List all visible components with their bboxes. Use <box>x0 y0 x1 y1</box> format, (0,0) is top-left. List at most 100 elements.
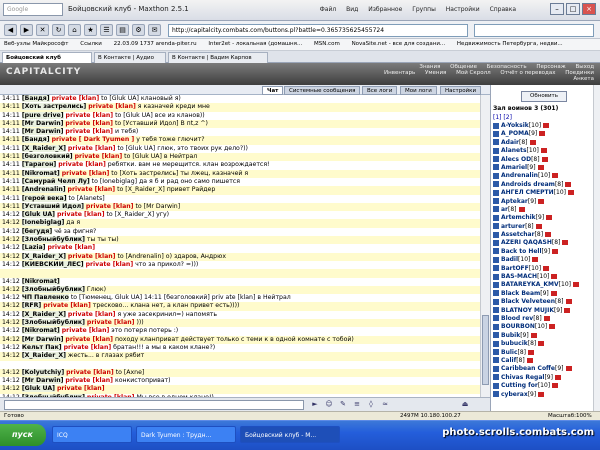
player-list-item[interactable]: bubucik[8] <box>493 340 593 348</box>
player-list-item[interactable]: ar[8] <box>493 206 593 214</box>
close-icon[interactable]: × <box>582 3 596 15</box>
player-list-item[interactable]: Alanets[10] <box>493 147 593 155</box>
player-name[interactable]: Amariel <box>501 164 527 171</box>
search-box[interactable] <box>474 24 594 37</box>
info-icon[interactable] <box>546 215 553 221</box>
stop-icon[interactable]: ✕ <box>36 24 49 36</box>
chat-nick[interactable]: [X_Raider_X] <box>21 144 66 152</box>
player-list-item[interactable]: Alecs OD[8] <box>493 156 593 164</box>
chat-nick[interactable]: [КИЕВСКИЙ_ЛЕС] <box>21 260 84 268</box>
player-name[interactable]: Alecs OD <box>501 156 531 163</box>
info-icon[interactable] <box>529 139 536 145</box>
filter-icon[interactable]: ◊ <box>366 400 376 410</box>
chat-nick[interactable]: [X_Raider_X] <box>21 310 66 318</box>
info-icon[interactable] <box>565 366 572 372</box>
player-name[interactable]: Chivas Regal <box>501 374 544 381</box>
chat-nick[interactable]: [Andrenalin] <box>21 186 66 194</box>
player-name[interactable]: BAS-MACH <box>501 273 537 280</box>
info-icon[interactable] <box>543 123 550 128</box>
chat-scrollbar[interactable] <box>480 95 490 397</box>
clear-icon[interactable]: ✎ <box>338 400 348 410</box>
player-name[interactable]: Alanets <box>501 147 527 154</box>
refresh-icon[interactable]: ↻ <box>52 24 65 36</box>
info-icon[interactable] <box>538 391 545 397</box>
info-icon[interactable] <box>564 307 571 313</box>
info-icon[interactable] <box>572 282 579 288</box>
player-list-item[interactable]: A_POMA[9] <box>493 130 593 138</box>
tab-chat[interactable]: Чат <box>262 86 284 95</box>
player-name[interactable]: A_POMA <box>501 130 529 137</box>
mail-icon[interactable]: ✉ <box>148 24 161 36</box>
chat-nick[interactable]: [бегудя] <box>21 227 53 235</box>
player-list-item[interactable]: Chivas Regal[9] <box>493 374 593 382</box>
player-list-item[interactable]: Aptekar[9] <box>493 198 593 206</box>
taskbar-item-dark-tyumen[interactable]: Dark Tyumen : Трудн... <box>136 426 236 443</box>
player-name[interactable]: BLATNOY MUJIK <box>501 307 554 314</box>
info-icon[interactable] <box>528 349 535 355</box>
refresh-button[interactable]: Обновить <box>521 91 567 102</box>
chat-nick[interactable]: [Бандя] <box>21 95 50 102</box>
info-icon[interactable] <box>537 164 544 170</box>
chat-nick[interactable]: [Злобныйбублик] <box>21 236 85 244</box>
player-list-item[interactable]: Bulic[8] <box>493 349 593 357</box>
tab-all-logs[interactable]: Все логи <box>362 86 398 95</box>
chat-nick[interactable]: [X_Raider_X] <box>21 352 66 360</box>
info-icon[interactable] <box>532 257 539 263</box>
player-list-item[interactable]: Amariel[9] <box>493 164 593 172</box>
player-name[interactable]: BATAREYKA_KMV <box>501 281 559 288</box>
player-list-item[interactable]: BOURBON[10] <box>493 323 593 331</box>
info-icon[interactable] <box>530 332 537 338</box>
player-name[interactable]: Black Velveteen <box>501 298 555 305</box>
player-list-item[interactable]: A-Yoksik[10] <box>493 122 593 130</box>
player-name[interactable]: Caribbean Coffe <box>501 365 555 372</box>
player-name[interactable]: Androids dream <box>501 181 555 188</box>
info-icon[interactable] <box>549 324 556 330</box>
player-list-item[interactable]: Black Beam[9] <box>493 290 593 298</box>
player-name[interactable]: Bubik <box>501 332 520 339</box>
info-icon[interactable] <box>526 357 533 363</box>
info-icon[interactable] <box>552 383 559 389</box>
browser-tab-combats[interactable]: Бойцовский клуб <box>2 52 92 63</box>
chat-nick[interactable]: [Уставший Идол] <box>21 202 84 210</box>
player-list-item[interactable]: BATAREYKA_KMV[10] <box>493 281 593 289</box>
chat-nick[interactable]: [Ionebiglag] <box>21 219 65 227</box>
taskbar-item-icq[interactable]: ICQ <box>52 426 132 443</box>
send-icon[interactable]: ► <box>310 400 320 410</box>
info-icon[interactable] <box>535 223 542 229</box>
speed-icon[interactable]: ≈ <box>380 400 390 410</box>
menu-view[interactable]: Вид <box>346 6 358 13</box>
player-list-item[interactable]: Artemchik[9] <box>493 214 593 222</box>
chat-nick[interactable]: Кельт Пак] <box>21 343 62 351</box>
player-list-item[interactable]: AZERI QAQASH[8] <box>493 239 593 247</box>
chat-nick[interactable]: [Mr Darwin] <box>21 377 64 385</box>
chat-nick[interactable]: [безголовкий] <box>21 153 73 161</box>
info-icon[interactable] <box>565 299 572 305</box>
info-icon[interactable] <box>565 181 572 187</box>
taskbar-item-combats[interactable]: Бойцовский клуб - M... <box>240 426 340 443</box>
exit-icon[interactable]: ⏏ <box>460 400 470 410</box>
chat-nick[interactable]: [Mr Darwin] <box>21 119 64 127</box>
player-list-item[interactable]: Back to Hell[9] <box>493 248 593 256</box>
player-name[interactable]: ar <box>501 206 508 213</box>
browser-tab-vk-audio[interactable]: В Контакте | Аудио <box>94 52 166 63</box>
browser-tab-vk-profile[interactable]: В Контакте | Вадим Карпов <box>168 52 268 63</box>
minimize-icon[interactable]: – <box>550 3 564 15</box>
chat-nick[interactable]: [Злобныйбублик] <box>21 319 85 327</box>
player-name[interactable]: AZERI QAQASH <box>501 239 552 246</box>
chat-nick[interactable]: [Mr Darwin] <box>21 335 64 343</box>
bookmark-item[interactable]: Inter2et - локальная (домашня... <box>208 41 302 47</box>
player-name[interactable]: Badil <box>501 256 518 263</box>
chat-nick[interactable]: [Mr Darwin] <box>21 128 64 136</box>
info-icon[interactable] <box>540 148 547 154</box>
link-scroll[interactable]: Мой Скролл <box>456 70 490 76</box>
player-list-item[interactable]: Adair[8] <box>493 139 593 147</box>
google-search-input[interactable]: Google <box>3 3 63 16</box>
info-icon[interactable] <box>538 341 545 347</box>
chat-nick[interactable]: [герой века] <box>21 194 67 202</box>
chat-nick[interactable]: [RFR] <box>21 302 42 310</box>
player-list-item[interactable]: Badil[10] <box>493 256 593 264</box>
home-icon[interactable]: ⌂ <box>68 24 81 36</box>
chat-nick[interactable]: [Nikromat] <box>21 277 60 285</box>
info-icon[interactable] <box>543 265 550 271</box>
menu-file[interactable]: Файл <box>320 6 337 13</box>
